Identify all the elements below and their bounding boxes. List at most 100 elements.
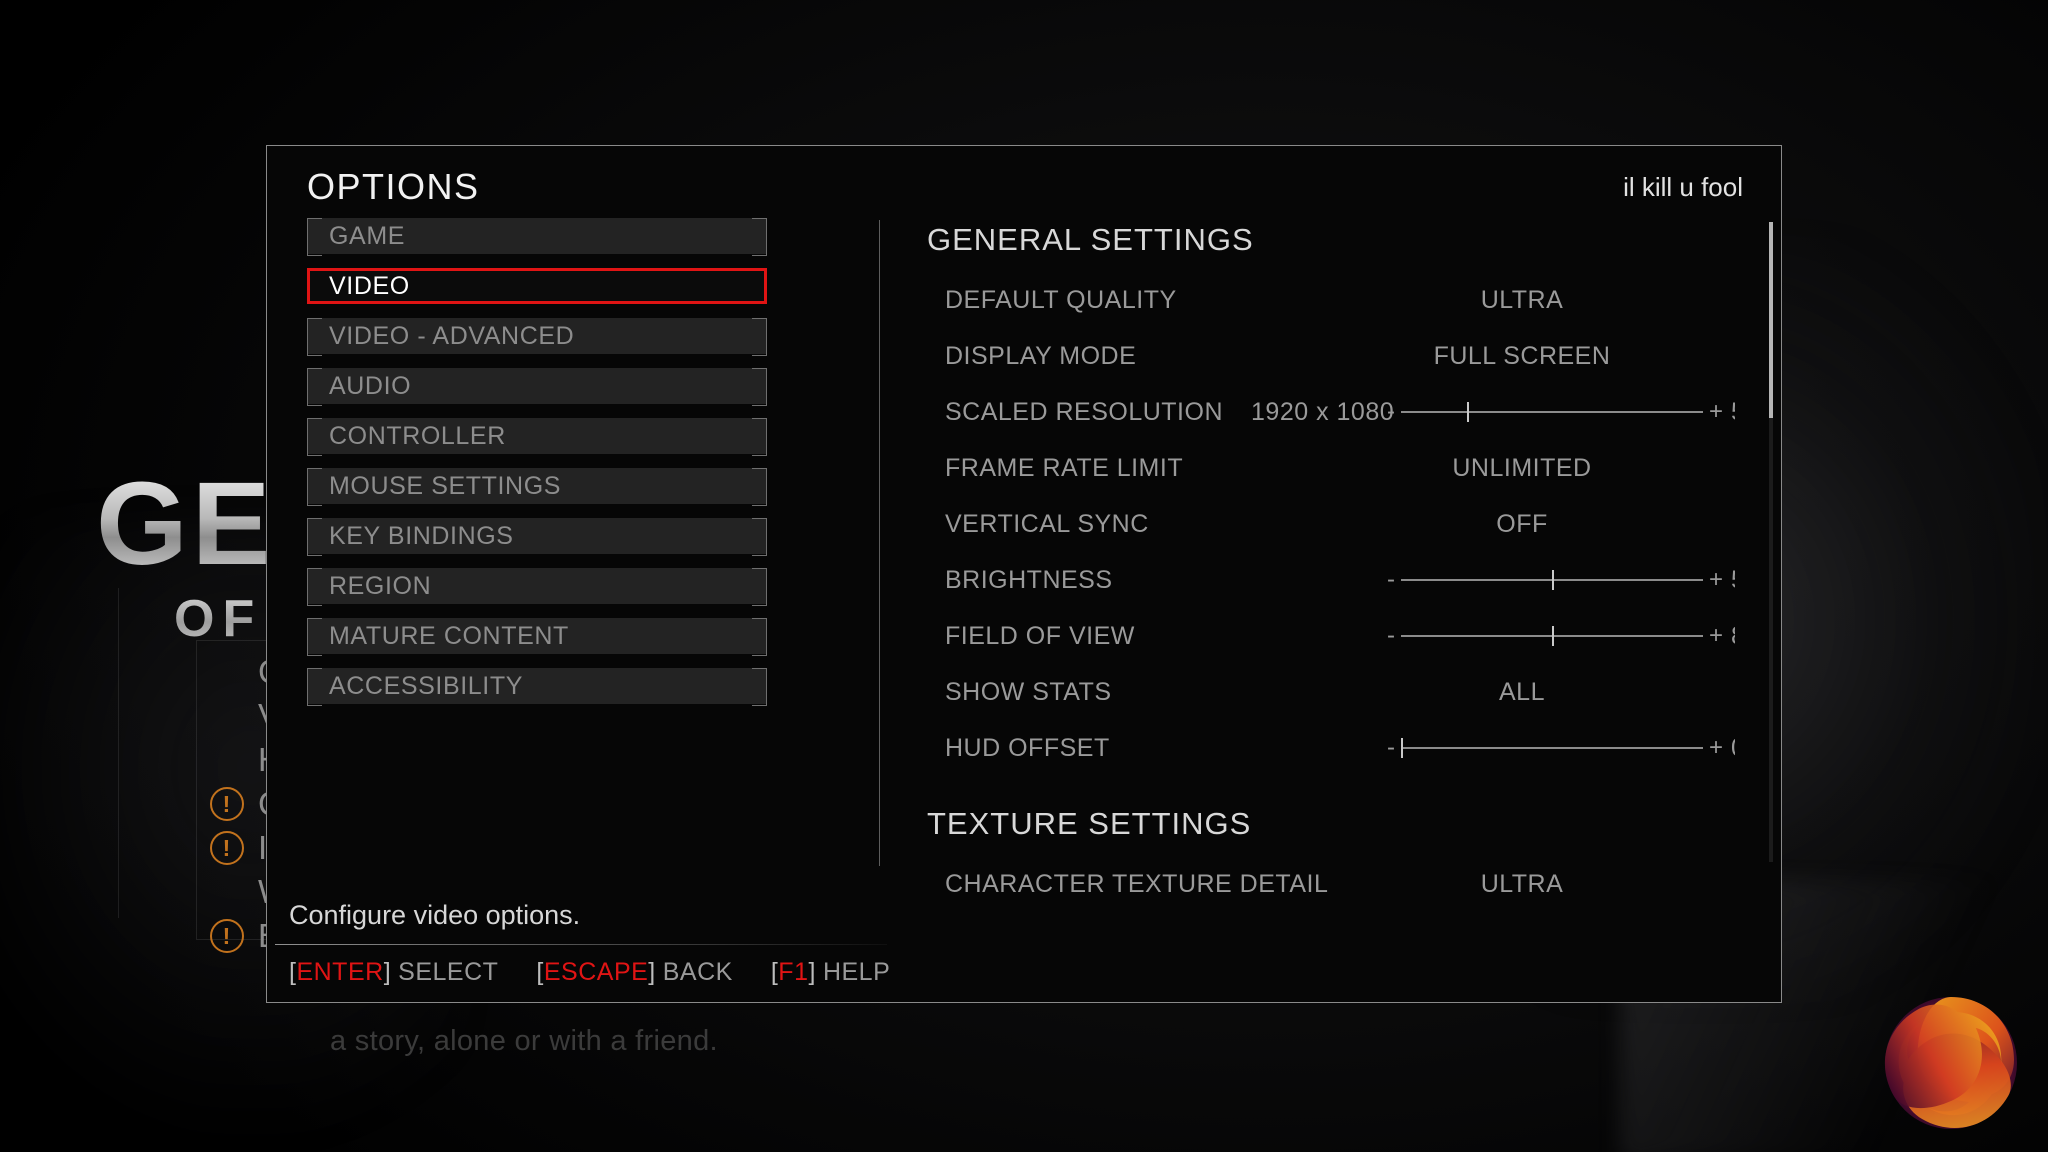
sidebar-item-controller[interactable]: CONTROLLER xyxy=(307,418,767,456)
slider-increase-icon[interactable]: + xyxy=(1709,400,1723,424)
slider-increase-icon[interactable]: + xyxy=(1709,568,1723,592)
settings-scrollbar-thumb[interactable] xyxy=(1769,222,1773,418)
setting-row[interactable]: HUD OFFSET - +0 xyxy=(927,720,1735,776)
sidebar-item-mature-content[interactable]: MATURE CONTENT xyxy=(307,618,767,656)
sidebar-item-label: ACCESSIBILITY xyxy=(329,671,523,700)
slider-handle[interactable] xyxy=(1401,738,1403,758)
slider-value: 0 xyxy=(1731,734,1735,763)
slider-handle[interactable] xyxy=(1551,570,1554,590)
setting-row[interactable]: CHARACTER TEXTURE DETAIL ULTRA xyxy=(927,856,1735,893)
hotkey-key: F1 xyxy=(778,958,809,986)
background-tagline: a story, alone or with a friend. xyxy=(330,1025,718,1057)
hotkey-key: ESCAPE xyxy=(543,958,649,986)
setting-label: FIELD OF VIEW xyxy=(945,621,1135,650)
hotkey-bracket-open: [ xyxy=(536,958,544,986)
hotkey-bracket-close: ] xyxy=(648,958,656,986)
settings-panel: GENERAL SETTINGS DEFAULT QUALITY ULTRA DISP… xyxy=(927,218,1735,892)
hotkey-key: ENTER xyxy=(296,958,384,986)
sidebar-item-label: VIDEO xyxy=(329,271,410,300)
hotkey-back[interactable]: [ESCAPE] BACK xyxy=(536,958,732,987)
sidebar-item-label: AUDIO xyxy=(329,371,412,400)
dialog-footer: Configure video options. [ENTER] SELECT [E… xyxy=(267,892,1781,1002)
setting-label: HUD OFFSET xyxy=(945,733,1110,762)
options-dialog: OPTIONS il kill u fool GAME VIDEO VIDEO - … xyxy=(266,145,1782,1003)
sidebar-item-accessibility[interactable]: ACCESSIBILITY xyxy=(307,668,767,706)
hotkey-select[interactable]: [ENTER] SELECT xyxy=(289,958,498,987)
player-name: il kill u fool xyxy=(1623,172,1743,202)
hotkey-bracket-close: ] xyxy=(808,958,816,986)
warning-icon: ! xyxy=(210,919,244,953)
slider-track[interactable] xyxy=(1401,402,1703,422)
dialog-body: GAME VIDEO VIDEO - ADVANCED AUDIO CONTROLLER… xyxy=(267,218,1781,892)
slider-decrease-icon[interactable]: - xyxy=(1387,568,1395,592)
sidebar-item-game[interactable]: GAME xyxy=(307,218,767,256)
slider-decrease-icon[interactable]: - xyxy=(1387,624,1395,648)
setting-label: DEFAULT QUALITY xyxy=(945,285,1177,314)
warning-icon: ! xyxy=(210,787,244,821)
setting-label: VERTICAL SYNC xyxy=(945,509,1149,538)
setting-row[interactable]: FIELD OF VIEW - +80 xyxy=(927,608,1735,664)
setting-slider[interactable]: - +50 xyxy=(1387,566,1735,595)
setting-label: BRIGHTNESS xyxy=(945,565,1113,594)
hotkey-action: BACK xyxy=(662,958,733,986)
setting-row[interactable]: DISPLAY MODE FULL SCREEN xyxy=(927,328,1735,384)
hotkey-action: HELP xyxy=(822,958,891,986)
slider-increase-icon[interactable]: + xyxy=(1709,736,1723,760)
settings-scrollbar[interactable] xyxy=(1769,222,1773,862)
slider-track[interactable] xyxy=(1401,626,1703,646)
setting-label: CHARACTER TEXTURE DETAIL xyxy=(945,869,1329,893)
slider-decrease-icon[interactable]: - xyxy=(1387,736,1395,760)
sidebar-item-region[interactable]: REGION xyxy=(307,568,767,606)
sidebar-item-video-advanced[interactable]: VIDEO - ADVANCED xyxy=(307,318,767,356)
warning-icon: ! xyxy=(210,831,244,865)
setting-value[interactable]: OFF xyxy=(1357,510,1687,539)
hotkey-help[interactable]: [F1] HELP xyxy=(771,958,890,987)
setting-value[interactable]: ULTRA xyxy=(1357,286,1687,315)
setting-slider[interactable]: - +0 xyxy=(1387,734,1735,763)
sidebar-item-label: CONTROLLER xyxy=(329,421,506,450)
slider-decrease-icon[interactable]: - xyxy=(1387,400,1395,424)
setting-row[interactable]: SHOW STATS ALL xyxy=(927,664,1735,720)
setting-row[interactable]: DEFAULT QUALITY ULTRA xyxy=(927,272,1735,328)
slider-value: 80 xyxy=(1731,622,1735,651)
setting-label: SHOW STATS xyxy=(945,677,1112,706)
settings-nav: GAME VIDEO VIDEO - ADVANCED AUDIO CONTROLLER… xyxy=(307,218,767,718)
slider-track[interactable] xyxy=(1401,738,1703,758)
setting-row[interactable]: SCALED RESOLUTION 1920 x 1080- +50% xyxy=(927,384,1735,440)
setting-value[interactable]: FULL SCREEN xyxy=(1357,342,1687,371)
triskelion-swirl-logo xyxy=(1884,997,2017,1129)
footer-description: Configure video options. xyxy=(289,900,581,930)
hotkey-action: SELECT xyxy=(398,958,499,986)
footer-divider xyxy=(275,944,887,945)
sidebar-item-mouse-settings[interactable]: MOUSE SETTINGS xyxy=(307,468,767,506)
slider-handle[interactable] xyxy=(1467,402,1470,422)
slider-increase-icon[interactable]: + xyxy=(1709,624,1723,648)
hotkey-bracket-close: ] xyxy=(383,958,392,986)
sidebar-item-label: GAME xyxy=(329,221,406,250)
hotkey-bar: [ENTER] SELECT [ESCAPE] BACK [F1] HELP xyxy=(289,958,890,987)
sidebar-item-label: MATURE CONTENT xyxy=(329,621,569,650)
setting-label: FRAME RATE LIMIT xyxy=(945,453,1184,482)
setting-slider[interactable]: - +50% xyxy=(1387,398,1735,427)
setting-slider[interactable]: - +80 xyxy=(1387,622,1735,651)
setting-row[interactable]: VERTICAL SYNC OFF xyxy=(927,496,1735,552)
settings-group-title: GENERAL SETTINGS xyxy=(927,222,1254,257)
sidebar-item-audio[interactable]: AUDIO xyxy=(307,368,767,406)
setting-row[interactable]: BRIGHTNESS - +50 xyxy=(927,552,1735,608)
setting-row[interactable]: FRAME RATE LIMIT UNLIMITED xyxy=(927,440,1735,496)
settings-group-title: TEXTURE SETTINGS xyxy=(927,806,1252,841)
sidebar-item-key-bindings[interactable]: KEY BINDINGS xyxy=(307,518,767,556)
slider-value: 50% xyxy=(1731,398,1735,427)
slider-handle[interactable] xyxy=(1551,626,1554,646)
sidebar-item-label: REGION xyxy=(329,571,432,600)
setting-value[interactable]: ULTRA xyxy=(1357,870,1687,893)
dialog-header: OPTIONS il kill u fool xyxy=(267,146,1781,218)
setting-label: SCALED RESOLUTION xyxy=(945,397,1224,426)
setting-value[interactable]: UNLIMITED xyxy=(1357,454,1687,483)
slider-track[interactable] xyxy=(1401,570,1703,590)
nav-content-separator xyxy=(879,220,880,866)
slider-value: 50 xyxy=(1731,566,1735,595)
setting-value[interactable]: ALL xyxy=(1357,678,1687,707)
page-title: OPTIONS xyxy=(307,166,480,207)
sidebar-item-video[interactable]: VIDEO xyxy=(307,268,767,304)
